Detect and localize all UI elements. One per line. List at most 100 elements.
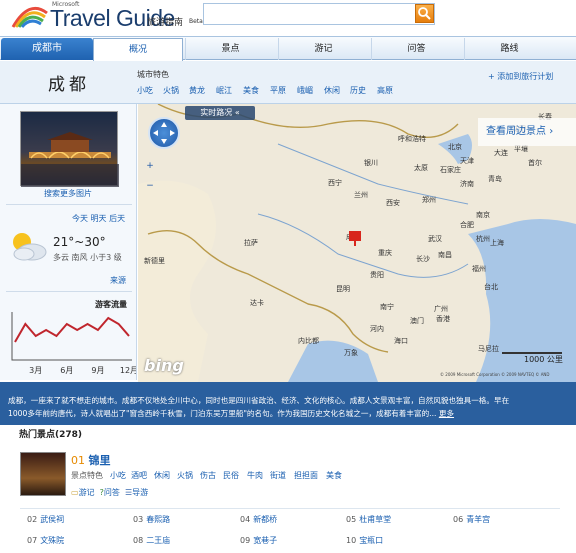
weather-temp: 21°~30° — [53, 235, 106, 249]
spot-qa-link[interactable]: 问答 — [104, 488, 120, 497]
list-link[interactable]: 春熙路 — [146, 515, 170, 524]
location-pin-icon[interactable] — [348, 230, 362, 246]
map-city-label: 香港 — [436, 315, 450, 323]
search-input[interactable] — [203, 3, 435, 25]
weather-days: 今天 明天 后天 — [72, 213, 125, 224]
search-button[interactable] — [415, 4, 434, 23]
traffic-button[interactable]: 实时路况 « — [185, 106, 255, 120]
chevron-right-icon: › — [549, 126, 554, 137]
list-link[interactable]: 新都桥 — [253, 515, 277, 524]
travel-guide-logo[interactable]: Microsoft Travel Guide 旅游指南 Beta — [6, 1, 203, 31]
list-link[interactable]: 宝瓶口 — [359, 536, 383, 545]
bridge-photo-icon — [21, 132, 119, 187]
feature-link[interactable]: 岷江 — [216, 85, 232, 96]
zoom-out-button[interactable]: − — [144, 180, 156, 192]
feature-link[interactable]: 小吃 — [137, 85, 153, 96]
map-city-label: 南昌 — [438, 251, 452, 259]
feature-link[interactable]: 历史 — [350, 85, 366, 96]
list-item[interactable]: 02 武侯祠 — [27, 514, 64, 525]
feature-link[interactable]: 高原 — [377, 85, 393, 96]
feature-link[interactable]: 平原 — [270, 85, 286, 96]
list-link[interactable]: 二王庙 — [146, 536, 170, 545]
feature-link[interactable]: 休闲 — [324, 85, 340, 96]
city-photo[interactable] — [20, 111, 119, 187]
spot-tag[interactable]: 火锅 — [177, 470, 193, 481]
weather-tomorrow[interactable]: 明天 — [91, 214, 107, 223]
intro-more-link[interactable]: 更多 — [439, 409, 454, 418]
list-rank: 03 — [133, 515, 144, 524]
list-rank: 05 — [346, 515, 357, 524]
list-link[interactable]: 武侯祠 — [40, 515, 64, 524]
list-item[interactable]: 05 杜甫草堂 — [346, 514, 391, 525]
list-item[interactable]: 06 青羊宫 — [453, 514, 490, 525]
map-city-label: 青岛 — [488, 175, 502, 183]
document-icon: ▭ — [71, 488, 79, 497]
list-rank: 09 — [240, 536, 251, 545]
flow-series-line — [14, 316, 130, 343]
list-item[interactable]: 09 宽巷子 — [240, 535, 277, 546]
map-city-label: 南京 — [476, 211, 490, 219]
list-item[interactable]: 07 文殊院 — [27, 535, 64, 546]
map-city-label: 拉萨 — [244, 239, 258, 247]
feature-link[interactable]: 黄龙 — [189, 85, 205, 96]
more-photos-link[interactable]: 搜索更多图片 — [44, 188, 92, 199]
spot-tag[interactable]: 街道 — [270, 470, 286, 481]
list-rank: 04 — [240, 515, 251, 524]
zoom-in-button[interactable]: + — [144, 160, 156, 172]
intro-line2-wrap: 1000多年前的唐代，诗人就唱出了"窗含西岭千秋雪，门泊东吴万里船"的名句。作为… — [8, 407, 568, 420]
spot-tag[interactable]: 酒吧 — [131, 470, 147, 481]
map-city-label: 天津 — [460, 157, 474, 165]
tab-routes[interactable]: 路线 — [464, 38, 554, 60]
spot-title[interactable]: 01 锦里 — [71, 452, 111, 468]
map-city-label: 内比都 — [298, 337, 319, 345]
city-tab[interactable]: 成都市 — [1, 38, 93, 60]
spot-tag[interactable]: 牛肉 — [247, 470, 263, 481]
weather-day-after[interactable]: 后天 — [109, 214, 125, 223]
map-city-label: 济南 — [460, 180, 474, 188]
pan-control[interactable] — [148, 117, 180, 149]
map-city-label: 南宁 — [380, 303, 394, 311]
tab-travelogues[interactable]: 游记 — [278, 38, 368, 60]
map-city-label: 首尔 — [528, 159, 542, 167]
spot-tag[interactable]: 美食 — [326, 470, 342, 481]
spot-tag[interactable]: 休闲 — [154, 470, 170, 481]
map-city-label: 昆明 — [336, 285, 350, 293]
spot-photo[interactable] — [20, 452, 66, 496]
spot-tag[interactable]: 担担面 — [294, 470, 318, 481]
map-city-label: 上海 — [490, 239, 504, 247]
list-item[interactable]: 08 二王庙 — [133, 535, 170, 546]
add-to-plan-link[interactable]: + 添加到旅行计划 — [488, 71, 553, 82]
list-item[interactable]: 10 宝瓶口 — [346, 535, 383, 546]
spot-tour-link[interactable]: 导游 — [132, 488, 148, 497]
spot-links: ▭游记 ?问答 ☰导游 — [71, 487, 148, 498]
list-link[interactable]: 宽巷子 — [253, 536, 277, 545]
map-city-label: 马尼拉 — [478, 345, 499, 353]
nearby-attractions-button[interactable]: 查看周边景点 › — [478, 118, 576, 146]
spot-name-link[interactable]: 锦里 — [89, 454, 111, 467]
list-rank: 08 — [133, 536, 144, 545]
feature-link[interactable]: 峨嵋 — [297, 85, 313, 96]
list-rank: 02 — [27, 515, 38, 524]
feature-link[interactable]: 美食 — [243, 85, 259, 96]
list-link[interactable]: 文殊院 — [40, 536, 64, 545]
list-item[interactable]: 04 新都桥 — [240, 514, 277, 525]
map-city-label: 万象 — [344, 349, 358, 357]
map-city-label: 海口 — [394, 337, 408, 345]
spot-tag[interactable]: 民俗 — [223, 470, 239, 481]
divider — [6, 291, 132, 292]
tab-qa[interactable]: 问答 — [371, 38, 461, 60]
list-link[interactable]: 青羊宫 — [466, 515, 490, 524]
feature-link[interactable]: 火锅 — [163, 85, 179, 96]
list-link[interactable]: 杜甫草堂 — [359, 515, 391, 524]
weather-today[interactable]: 今天 — [72, 214, 88, 223]
map-city-label: 重庆 — [378, 249, 392, 257]
bing-logo: bing — [144, 356, 184, 375]
spot-tags-label: 景点特色 — [71, 471, 103, 480]
tab-overview[interactable]: 概况 — [93, 38, 183, 62]
spot-travelogue-link[interactable]: 游记 — [79, 488, 95, 497]
spot-tag[interactable]: 小吃 — [110, 470, 126, 481]
spot-tag[interactable]: 伤古 — [200, 470, 216, 481]
tab-attractions[interactable]: 景点 — [185, 38, 275, 60]
weather-source-link[interactable]: 来源 — [110, 275, 126, 286]
list-item[interactable]: 03 春熙路 — [133, 514, 170, 525]
